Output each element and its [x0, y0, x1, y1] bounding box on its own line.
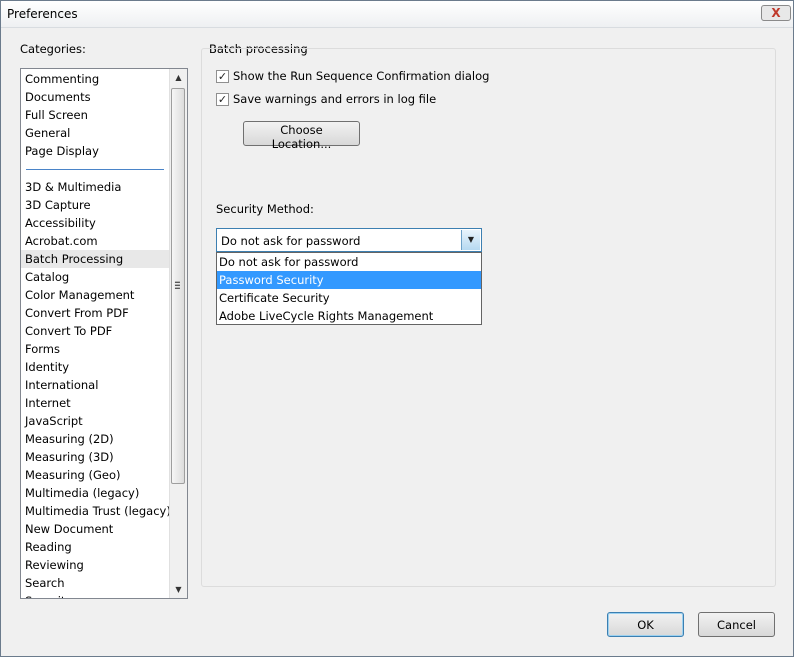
- categories-label: Categories:: [20, 42, 86, 56]
- cancel-button[interactable]: Cancel: [698, 612, 775, 637]
- grip-icon: ━ ━ ━: [175, 278, 180, 293]
- category-item[interactable]: Page Display: [25, 142, 99, 160]
- category-item[interactable]: JavaScript: [25, 412, 83, 430]
- check-icon: ✓: [217, 69, 228, 83]
- category-item[interactable]: Search: [25, 574, 65, 592]
- scroll-down-arrow-icon[interactable]: ▼: [170, 581, 187, 598]
- category-item[interactable]: Color Management: [25, 286, 134, 304]
- category-item[interactable]: Measuring (3D): [25, 448, 114, 466]
- scrollbar-thumb[interactable]: ━ ━ ━: [171, 88, 185, 484]
- category-item[interactable]: Acrobat.com: [25, 232, 98, 250]
- category-item[interactable]: International: [25, 376, 98, 394]
- save-warnings-checkbox[interactable]: ✓: [216, 92, 229, 106]
- category-item[interactable]: Identity: [25, 358, 69, 376]
- category-item[interactable]: Internet: [25, 394, 71, 412]
- category-item[interactable]: Documents: [25, 88, 91, 106]
- category-item[interactable]: General: [25, 124, 70, 142]
- scroll-up-arrow-icon[interactable]: ▲: [170, 69, 187, 86]
- security-option[interactable]: Certificate Security: [217, 289, 481, 307]
- check-icon: ✓: [217, 92, 228, 106]
- category-item[interactable]: Batch Processing: [21, 250, 169, 268]
- security-method-label: Security Method:: [216, 202, 314, 216]
- category-item[interactable]: Catalog: [25, 268, 69, 286]
- preferences-dialog: Preferences X Categories: Commenting Docu…: [0, 0, 794, 657]
- categories-list[interactable]: Commenting Documents Full Screen General Pag…: [20, 68, 188, 599]
- category-item[interactable]: Convert From PDF: [25, 304, 129, 322]
- show-confirmation-checkbox[interactable]: ✓: [216, 69, 229, 83]
- category-item[interactable]: Reading: [25, 538, 72, 556]
- dropdown-arrow-icon[interactable]: ▼: [461, 230, 480, 250]
- category-item[interactable]: Forms: [25, 340, 60, 358]
- show-confirmation-label: Show the Run Sequence Confirmation dialo…: [233, 69, 490, 83]
- category-item[interactable]: Accessibility: [25, 214, 96, 232]
- category-item[interactable]: Commenting: [25, 70, 99, 88]
- security-option[interactable]: Password Security: [217, 271, 481, 289]
- security-option[interactable]: Do not ask for password: [217, 253, 481, 271]
- title-bar: Preferences X: [1, 1, 793, 28]
- category-item[interactable]: Multimedia Trust (legacy): [25, 502, 171, 520]
- category-item[interactable]: 3D Capture: [25, 196, 91, 214]
- category-item[interactable]: Convert To PDF: [25, 322, 112, 340]
- categories-separator: [26, 169, 164, 170]
- security-method-select[interactable]: Do not ask for password ▼: [216, 228, 482, 252]
- category-item[interactable]: Multimedia (legacy): [25, 484, 139, 502]
- show-confirmation-row[interactable]: ✓ Show the Run Sequence Confirmation dia…: [216, 69, 489, 83]
- category-item[interactable]: New Document: [25, 520, 113, 538]
- close-icon: X: [771, 6, 781, 20]
- window-title: Preferences: [7, 7, 78, 21]
- categories-scrollbar[interactable]: ▲ ━ ━ ━ ▼: [169, 69, 187, 598]
- category-item[interactable]: Security: [25, 592, 72, 598]
- save-warnings-row[interactable]: ✓ Save warnings and errors in log file: [216, 92, 436, 106]
- choose-location-button[interactable]: Choose Location...: [243, 121, 360, 151]
- category-item[interactable]: Full Screen: [25, 106, 88, 124]
- category-item[interactable]: Measuring (2D): [25, 430, 114, 448]
- security-method-dropdown-list[interactable]: Do not ask for password Password Security…: [216, 252, 482, 325]
- save-warnings-label: Save warnings and errors in log file: [233, 92, 437, 106]
- category-item[interactable]: Measuring (Geo): [25, 466, 121, 484]
- close-button[interactable]: X: [761, 5, 791, 21]
- security-method-value: Do not ask for password: [221, 234, 361, 248]
- category-item[interactable]: Reviewing: [25, 556, 84, 574]
- category-item[interactable]: 3D & Multimedia: [25, 178, 121, 196]
- ok-button[interactable]: OK: [607, 612, 684, 637]
- security-option[interactable]: Adobe LiveCycle Rights Management: [217, 307, 481, 325]
